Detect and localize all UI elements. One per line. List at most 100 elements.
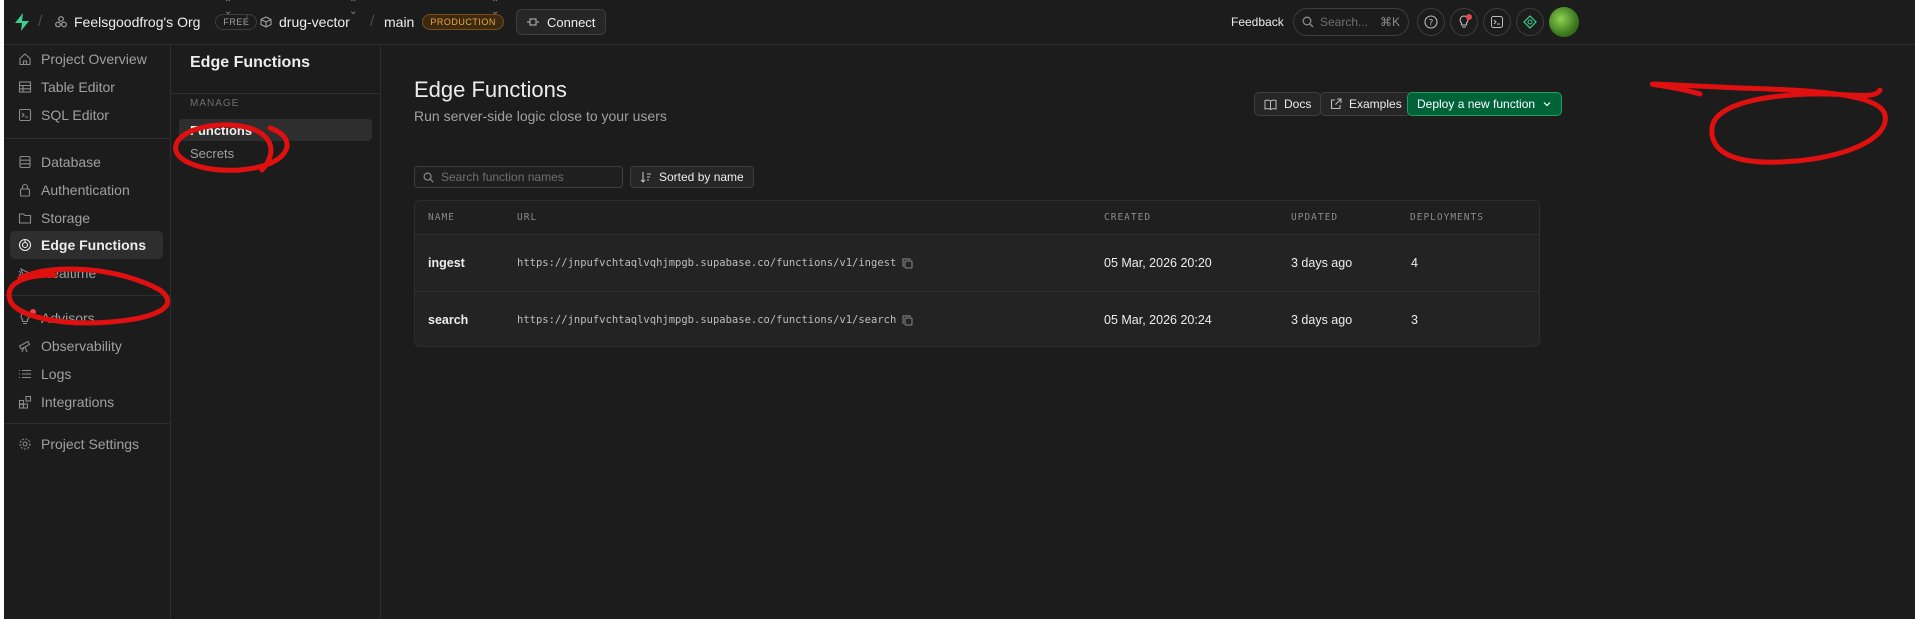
copy-icon[interactable] <box>902 258 913 269</box>
terminal-icon <box>1491 16 1503 28</box>
app-window: / Feelsgoodfrog's Org FREE ⌃ ⌄ / drug-vec… <box>4 0 1915 619</box>
sidebar-item-realtime[interactable]: Realtime <box>10 259 163 287</box>
examples-button[interactable]: Examples <box>1320 92 1412 116</box>
column-header-deployments[interactable]: DEPLOYMENTS <box>1410 201 1484 234</box>
sidebar-divider <box>4 138 170 139</box>
sidebar-item-observability[interactable]: Observability <box>10 332 163 360</box>
menu-group-label: MANAGE <box>190 98 240 109</box>
project-selector[interactable]: drug-vector <box>260 0 350 44</box>
sidebar-item-database[interactable]: Database <box>10 148 163 176</box>
sidebar-item-label: SQL Editor <box>41 107 109 123</box>
sidebar-item-label: Observability <box>41 338 122 354</box>
search-icon <box>1302 16 1314 28</box>
sidebar-item-project-overview[interactable]: Project Overview <box>10 45 163 73</box>
column-header-updated[interactable]: UPDATED <box>1291 201 1338 234</box>
database-icon <box>18 155 32 169</box>
updated-date: 3 days ago <box>1291 313 1353 327</box>
sidebar-item-label: Advisors <box>41 310 95 326</box>
deploy-function-button[interactable]: Deploy a new function <box>1407 92 1563 116</box>
home-icon <box>18 52 32 66</box>
sidebar-item-label: Realtime <box>41 265 97 281</box>
sort-button[interactable]: Sorted by name <box>630 166 754 188</box>
sidebar-item-integrations[interactable]: Integrations <box>10 388 163 416</box>
menu-item-secrets[interactable]: Secrets <box>179 142 372 164</box>
svg-text:?: ? <box>1429 19 1434 29</box>
page-title: Edge Functions <box>414 77 567 102</box>
copy-icon[interactable] <box>902 315 913 326</box>
updated-date: 3 days ago <box>1291 256 1353 270</box>
branch-selector[interactable]: main PRODUCTION <box>384 0 504 44</box>
top-bar: / Feelsgoodfrog's Org FREE ⌃ ⌄ / drug-vec… <box>4 0 1915 45</box>
notification-dot <box>1466 14 1472 20</box>
menu-divider <box>171 93 380 94</box>
sidebar-divider <box>4 423 170 424</box>
external-link-icon <box>1330 98 1342 110</box>
docs-label: Docs <box>1284 97 1312 111</box>
function-url: https://jnpufvchtaqlvqhjmpgb.supabase.co… <box>517 257 897 269</box>
menu-title: Edge Functions <box>190 54 310 71</box>
advisor-notifications-button[interactable] <box>1450 8 1478 36</box>
lock-icon <box>18 183 32 197</box>
connect-button[interactable]: Connect <box>516 9 607 35</box>
sidebar-item-label: Integrations <box>41 394 115 410</box>
breadcrumb-separator: / <box>370 13 375 30</box>
folder-icon <box>18 211 32 225</box>
function-search-input[interactable]: Search function names <box>414 166 623 188</box>
supabase-logo-icon[interactable] <box>14 0 30 44</box>
sidebar-item-advisors[interactable]: Advisors <box>10 304 163 332</box>
org-switcher-chevron-icon[interactable]: ⌃ ⌄ <box>224 0 232 44</box>
global-search[interactable]: Search... ⌘K <box>1293 8 1409 36</box>
sidebar-item-label: Edge Functions <box>41 237 146 253</box>
feedback-button[interactable]: Feedback <box>1231 0 1284 44</box>
functions-table: NAME URL CREATED UPDATED DEPLOYMENTS ing… <box>414 200 1540 347</box>
sidebar-item-sql-editor[interactable]: SQL Editor <box>10 101 163 129</box>
assistant-button[interactable] <box>1516 8 1544 36</box>
sort-label: Sorted by name <box>659 170 744 184</box>
column-header-url[interactable]: URL <box>517 201 537 234</box>
gear-icon <box>18 437 32 451</box>
integrations-icon <box>18 395 32 409</box>
sidebar-item-project-settings[interactable]: Project Settings <box>10 430 163 458</box>
sidebar-item-authentication[interactable]: Authentication <box>10 176 163 204</box>
sidebar-item-label: Logs <box>41 366 72 382</box>
realtime-icon <box>18 266 32 280</box>
function-url: https://jnpufvchtaqlvqhjmpgb.supabase.co… <box>517 314 897 326</box>
notification-dot <box>30 309 36 315</box>
function-url-cell: https://jnpufvchtaqlvqhjmpgb.supabase.co… <box>517 292 913 346</box>
sidebar-item-label: Project Settings <box>41 436 140 452</box>
sidebar-divider <box>4 295 170 296</box>
breadcrumb-separator: / <box>38 13 43 30</box>
sidebar-item-table-editor[interactable]: Table Editor <box>10 73 163 101</box>
docs-button[interactable]: Docs <box>1254 92 1322 116</box>
sidebar-item-label: Database <box>41 154 101 170</box>
org-icon <box>55 16 67 28</box>
column-header-name[interactable]: NAME <box>428 201 455 234</box>
list-icon <box>18 367 32 381</box>
sidebar-item-edge-functions[interactable]: Edge Functions <box>10 231 163 259</box>
project-switcher-chevron-icon[interactable]: ⌃ ⌄ <box>349 0 357 44</box>
plan-badge: FREE <box>215 14 258 30</box>
sidebar-item-label: Storage <box>41 210 91 226</box>
plug-icon <box>527 17 539 27</box>
column-header-created[interactable]: CREATED <box>1104 201 1151 234</box>
breadcrumb-separator: / <box>244 13 249 30</box>
edge-functions-menu: Edge Functions MANAGE Functions Secrets <box>171 45 381 619</box>
sort-icon <box>640 171 652 183</box>
table-row[interactable]: search https://jnpufvchtaqlvqhjmpgb.supa… <box>415 292 1539 346</box>
book-open-icon <box>1264 99 1277 110</box>
chevron-down-icon <box>1542 99 1552 109</box>
sidebar-item-storage[interactable]: Storage <box>10 204 163 232</box>
created-date: 05 Mar, 2026 20:20 <box>1104 256 1212 270</box>
sidebar-item-logs[interactable]: Logs <box>10 360 163 388</box>
org-name: Feelsgoodfrog's Org <box>74 14 201 30</box>
avatar[interactable] <box>1549 7 1579 37</box>
search-placeholder: Search function names <box>441 170 564 184</box>
terminal-button[interactable] <box>1483 8 1511 36</box>
menu-item-functions[interactable]: Functions <box>179 119 372 141</box>
help-button[interactable]: ? <box>1417 8 1445 36</box>
table-row[interactable]: ingest https://jnpufvchtaqlvqhjmpgb.supa… <box>415 235 1539 292</box>
function-name: search <box>428 313 469 327</box>
branch-name: main <box>384 14 415 30</box>
table-header: NAME URL CREATED UPDATED DEPLOYMENTS <box>415 201 1539 235</box>
branch-switcher-chevron-icon[interactable]: ⌃ ⌄ <box>491 0 499 44</box>
